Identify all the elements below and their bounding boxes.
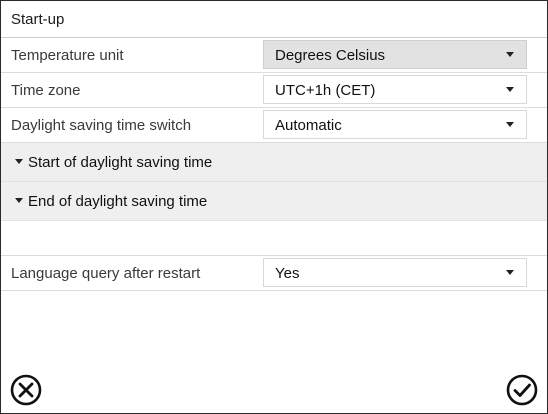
language-query-select[interactable]: Yes [263,258,527,287]
row-temperature-unit: Temperature unit Degrees Celsius [1,38,547,73]
title-bar: Start-up [1,1,547,38]
startup-dialog: Start-up Temperature unit Degrees Celsiu… [0,0,548,414]
daylight-saving-label: Daylight saving time switch [11,117,192,134]
time-zone-select[interactable]: UTC+1h (CET) [263,75,527,104]
daylight-saving-select[interactable]: Automatic [263,110,527,139]
end-dst-expander[interactable]: End of daylight saving time [1,182,547,221]
temperature-unit-select[interactable]: Degrees Celsius [263,40,527,69]
time-zone-value: UTC+1h (CET) [275,82,376,99]
temperature-unit-value: Degrees Celsius [275,47,386,64]
daylight-saving-value: Automatic [275,117,342,134]
start-dst-label: Start of daylight saving time [28,154,213,171]
chevron-down-icon [506,52,514,57]
chevron-down-icon [506,87,514,92]
time-zone-label: Time zone [11,82,81,99]
check-circle-icon [506,374,538,406]
language-query-value: Yes [275,265,300,282]
caret-down-icon [15,159,23,164]
chevron-down-icon [506,270,514,275]
row-time-zone: Time zone UTC+1h (CET) [1,73,547,108]
cancel-button[interactable] [9,373,43,407]
language-query-label: Language query after restart [11,265,201,282]
close-circle-icon [10,374,42,406]
row-daylight-saving: Daylight saving time switch Automatic [1,108,547,143]
end-dst-label: End of daylight saving time [28,193,208,210]
confirm-button[interactable] [505,373,539,407]
caret-down-icon [15,198,23,203]
row-language-query: Language query after restart Yes [1,255,547,291]
temperature-unit-label: Temperature unit [11,47,124,64]
start-dst-expander[interactable]: Start of daylight saving time [1,143,547,182]
dialog-title: Start-up [11,11,65,28]
chevron-down-icon [506,122,514,127]
